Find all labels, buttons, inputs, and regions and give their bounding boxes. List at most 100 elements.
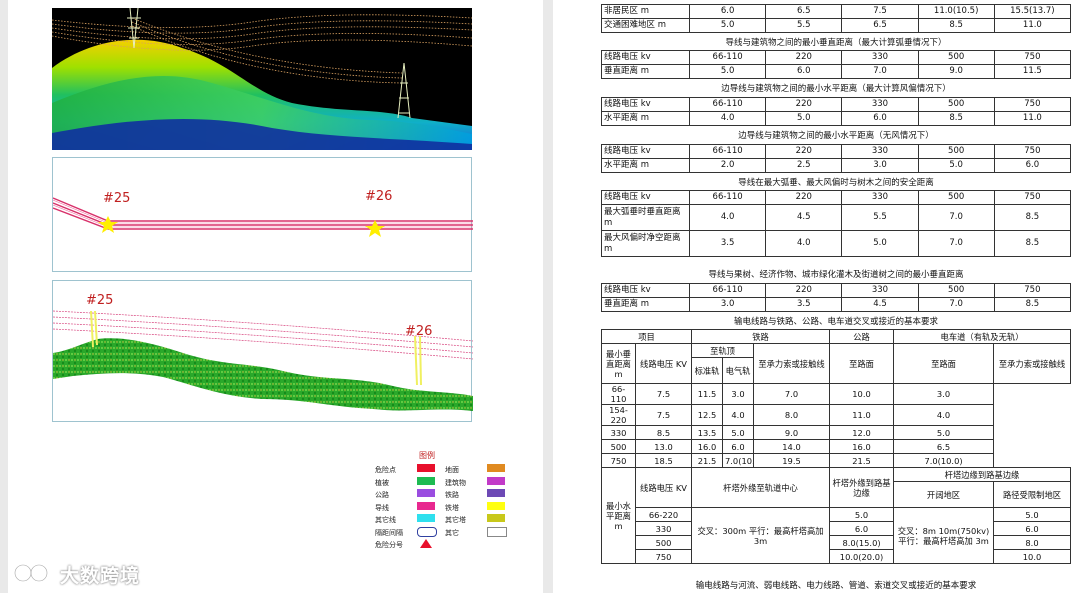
table-row: 线路电压 kv 66-110 220 330 500 750 <box>601 283 1072 298</box>
table-cell: 220 <box>765 144 843 159</box>
table-cell: 8.5 <box>993 297 1072 312</box>
watermark-logo-icon <box>13 563 49 583</box>
table-cell: 750 <box>993 283 1072 298</box>
caption-horizontal-building-wind: 边导线与建筑物之间的最小水平距离（最大计算风偏情况下） <box>721 84 951 94</box>
table-cell: 4.0 <box>765 230 843 257</box>
table-cell: 7.0 <box>753 383 831 405</box>
table-vertical-building: 线路电压 kv 66-110 220 330 500 750 垂直距离 m 5.0 6.0 7.0… <box>601 50 1072 79</box>
row-header-cell: 水平距离 m <box>601 111 690 126</box>
table-horizontal-building-wind: 线路电压 kv 66-110 220 330 500 750 水平距离 m 4.0 5.0 6.0… <box>601 97 1072 126</box>
table-cell: 220 <box>765 190 843 205</box>
legend-swatch <box>487 526 507 537</box>
row-header-cell: 交通困难地区 m <box>601 18 690 33</box>
table-cell: 3.0 <box>722 383 755 405</box>
table-cell: 6.0 <box>841 111 919 126</box>
point-cloud-3d-view <box>51 7 473 150</box>
table-cell: 4.0 <box>893 404 995 426</box>
row-header-cell: 非居民区 m <box>601 4 690 19</box>
table-cell: 750 <box>993 50 1072 65</box>
caption-river-crossing: 输电线路与河流、弱电线路、电力线路、管道、索道交叉或接近的基本要求 <box>695 581 977 591</box>
tower-label-25: #25 <box>103 191 130 206</box>
plan-view-image: #25 #26 <box>52 189 473 237</box>
table-row: 交通困难地区 m 5.0 5.5 6.5 8.5 11.0 <box>601 18 1072 33</box>
table-cell: 13.5 <box>691 425 724 440</box>
table-cell: 154-220 <box>601 404 636 426</box>
row-header-cell: 线路电压 kv <box>601 283 690 298</box>
row-header-cell: 线路电压 kv <box>601 144 690 159</box>
table-cell: 3.5 <box>688 230 767 257</box>
table-cell: 7.0 <box>917 230 995 257</box>
table-cell: 7.0(10.0) <box>722 453 755 468</box>
table-cell: 220 <box>765 97 843 112</box>
table-cell: 330 <box>841 283 919 298</box>
table-cell: 8.5 <box>917 111 995 126</box>
legend-swatch <box>417 464 435 472</box>
legend-swatch <box>487 501 505 510</box>
table-cell: 750 <box>993 97 1072 112</box>
table-cell: 19.5 <box>753 453 831 468</box>
row-header-cell: 线路电压 kv <box>601 97 690 112</box>
table-cell: 3.0 <box>688 297 767 312</box>
profile-view-panel: #25 #26 <box>52 280 474 422</box>
table-cell: 16.0 <box>691 439 724 454</box>
table-cell: 9.0 <box>917 64 995 79</box>
legend-swatch <box>417 526 437 537</box>
table-cell: 5.0 <box>893 425 995 440</box>
table-cell: 66-110 <box>688 144 767 159</box>
table-cell: 11.5 <box>993 64 1072 79</box>
profile-view-image: #25 #26 <box>52 293 474 411</box>
table-cell: 11.0 <box>993 18 1072 33</box>
table-cell: 4.0 <box>688 204 767 231</box>
table-row: 线路电压 kv 66-110 220 330 500 750 <box>601 97 1072 112</box>
table-row: 水平距离 m 4.0 5.0 6.0 8.5 11.0 <box>601 111 1072 126</box>
table-cell: 11.0 <box>993 111 1072 126</box>
table-cell: 2.0 <box>688 158 767 173</box>
table-cell: 3.5 <box>765 297 843 312</box>
table-cell: 5.5 <box>841 204 919 231</box>
table-cell: 8.5 <box>993 230 1072 257</box>
table-row: 154-220 7.5 12.5 4.0 8.0 11.0 4.0 <box>601 404 1071 426</box>
table-distance-residential: 非居民区 m 6.0 6.5 7.5 11.0(10.5) 15.5(13.7) 交通困难地… <box>601 4 1072 33</box>
table-cell: 500 <box>601 439 636 454</box>
table-cell: 4.0 <box>722 404 755 426</box>
profile-tower-label-25: #25 <box>86 293 113 308</box>
legend-label: 其它塔 <box>445 516 466 524</box>
table-cell: 66-110 <box>688 97 767 112</box>
table-cell: 330 <box>601 425 636 440</box>
table-cell: 500 <box>917 144 995 159</box>
table-cell: 7.0 <box>917 204 995 231</box>
legend-swatch <box>420 539 432 548</box>
table-row: 水平距离 m 2.0 2.5 3.0 5.0 6.0 <box>601 158 1072 173</box>
table-cell: 8.5 <box>634 425 693 440</box>
row-header-cell: 线路电压 kv <box>601 190 690 205</box>
table-row: 66-110 7.5 11.5 3.0 7.0 10.0 3.0 <box>601 383 1071 405</box>
row-header-cell: 水平距离 m <box>601 158 690 173</box>
row-header-cell: 垂直距离 m <box>601 297 690 312</box>
table-cell: 5.0 <box>688 18 767 33</box>
watermark: 大数跨境 <box>12 557 162 587</box>
table-cell: 13.0 <box>634 439 693 454</box>
table-fruit-trees: 线路电压 kv 66-110 220 330 500 750 垂直距离 m 3.0 3.5 4.5… <box>601 283 1072 312</box>
legend-label: 公路 <box>375 491 389 499</box>
legend-title: 图例 <box>419 451 435 460</box>
legend-label: 其它线 <box>375 516 396 524</box>
tower-label-26: #26 <box>365 189 392 204</box>
table-cell: 6.5 <box>893 439 995 454</box>
table-row: 垂直距离 m 5.0 6.0 7.0 9.0 11.5 <box>601 64 1072 79</box>
legend-label: 植被 <box>375 478 389 487</box>
table-rail-road-crossing: 项目 铁路 公路 电车道（有轨及无轨） 最小垂直距离 m 线路电压 KV 至轨顶… <box>600 329 1071 564</box>
table-cell: 5.0 <box>688 64 767 79</box>
table-cell: 3.0 <box>893 383 995 405</box>
figure-legend: 图例 危险点 地面 植被 建筑物 公路 铁路 导线 铁塔 其它线 其它塔 隔距间隔 其它 危险分号 <box>363 450 507 555</box>
table-cell: 500 <box>917 283 995 298</box>
table-cell: 14.0 <box>753 439 831 454</box>
table-cell: 750 <box>993 190 1072 205</box>
table-trees: 线路电压 kv 66-110 220 330 500 750 最大弧垂时垂直距离 m 4.0 4… <box>601 190 1072 257</box>
table-cell: 66-110 <box>688 283 767 298</box>
table-cell: 4.5 <box>765 204 843 231</box>
table-cell: 500 <box>917 97 995 112</box>
table-cell: 3.0 <box>841 158 919 173</box>
caption-fruit-trees: 导线与果树、经济作物、城市绿化灌木及街道树之间的最小垂直距离 <box>708 270 964 280</box>
table-row: 线路电压 kv 66-110 220 330 500 750 <box>601 144 1072 159</box>
table-cell: 220 <box>765 50 843 65</box>
